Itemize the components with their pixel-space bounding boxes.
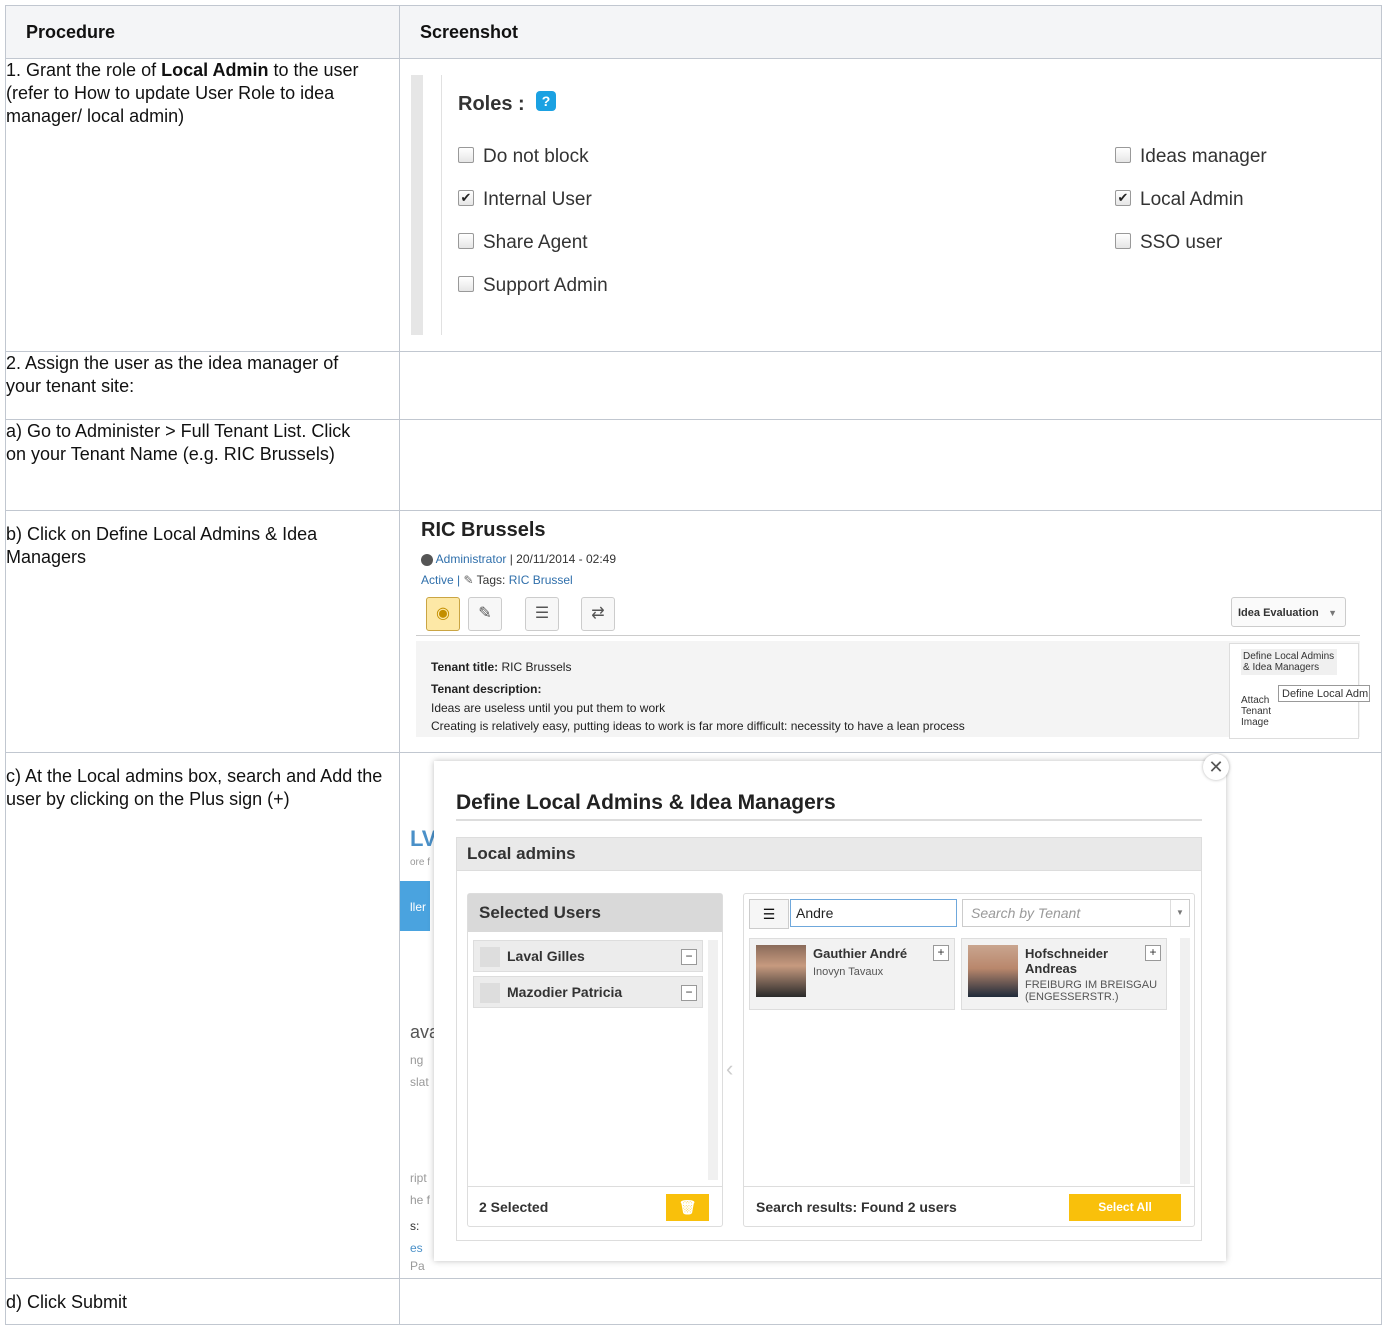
role-share-agent[interactable]: Share Agent (458, 231, 588, 254)
selected-user[interactable]: Mazodier Patricia − (473, 976, 703, 1008)
selected-scrollbar[interactable] (708, 940, 718, 1180)
procedure-table: Procedure Screenshot 1. Grant the role o… (5, 5, 1382, 1325)
roles-panel: Roles : ? Do not block ✔ Internal User Sh… (411, 75, 1379, 401)
author-link[interactable]: Administrator (436, 552, 507, 566)
tag-icon: ✎ (463, 573, 474, 587)
chevron-left-icon[interactable]: ‹ (726, 1057, 733, 1080)
remove-user-button[interactable]: − (681, 985, 697, 1001)
view-eye-icon[interactable]: ◉ (426, 597, 460, 631)
avatar (480, 947, 500, 967)
result-card: Gauthier André Inovyn Tavaux + (749, 938, 955, 1010)
add-user-button[interactable]: + (1145, 945, 1161, 961)
step-5: c) At the Local admins box, search and A… (5, 752, 400, 1279)
results-scrollbar[interactable] (1180, 938, 1190, 1184)
search-input[interactable]: Andre (790, 899, 957, 927)
role-do-not-block[interactable]: Do not block (458, 145, 589, 168)
idea-evaluation-dropdown[interactable]: Idea Evaluation ▼ (1231, 597, 1346, 627)
user-photo (756, 945, 806, 997)
step-4: b) Click on Define Local Admins & Idea M… (5, 510, 400, 753)
modal-screenshot-cell: LV ore f ller ava ng slat ript he f s: e… (399, 752, 1382, 1279)
translate-icon[interactable]: ⇄ (581, 597, 615, 631)
checkbox-checked-icon[interactable]: ✔ (458, 189, 474, 206)
trash-icon[interactable]: 🗑 (666, 1194, 709, 1221)
question-icon[interactable]: ? (536, 91, 556, 111)
roles-screenshot-cell: Roles : ? Do not block ✔ Internal User Sh… (399, 58, 1382, 352)
tenant-search-select[interactable]: Search by Tenant ▼ (962, 899, 1190, 927)
results-footer: Search results: Found 2 users Select All (744, 1186, 1194, 1226)
checkbox-checked-icon[interactable]: ✔ (1115, 189, 1131, 206)
step-3: a) Go to Administer > Full Tenant List. … (5, 419, 400, 511)
tenant-status: Active | ✎ Tags: RIC Brussel (421, 573, 573, 587)
roles-sidebar (411, 75, 423, 335)
search-results-panel: ☰ Andre Search by Tenant ▼ Gauthier André… (743, 893, 1195, 1227)
edit-icon[interactable]: ✎ (468, 597, 502, 631)
tenant-meta: Administrator | 20/11/2014 - 02:49 (421, 548, 616, 571)
roles-title: Roles : (458, 93, 525, 115)
close-icon[interactable]: ✕ (1203, 754, 1229, 780)
selected-footer: 2 Selected 🗑 (468, 1186, 722, 1226)
selected-count: 2 Selected (479, 1199, 549, 1215)
checkbox-unchecked-icon[interactable] (1115, 232, 1131, 249)
avatar (480, 983, 500, 1003)
modal-divider (456, 819, 1202, 821)
role-sso-user[interactable]: SSO user (1115, 231, 1222, 254)
chevron-down-icon: ▼ (1328, 608, 1337, 618)
tooltip: Define Local Adm (1278, 685, 1370, 702)
step-2: 2. Assign the user as the idea manager o… (5, 351, 400, 420)
list-icon[interactable]: ☰ (525, 597, 559, 631)
define-admins-modal: Define Local Admins & Idea Managers Loca… (434, 761, 1226, 1261)
role-local-admin[interactable]: ✔ Local Admin (1115, 188, 1244, 211)
local-admins-body: Selected Users Laval Gilles − Mazodier P… (456, 871, 1202, 1241)
checkbox-unchecked-icon[interactable] (1115, 146, 1131, 163)
select-all-button[interactable]: Select All (1069, 1194, 1181, 1221)
results-count: Search results: Found 2 users (756, 1199, 957, 1215)
tenant-title: RIC Brussels (421, 519, 546, 541)
checkbox-unchecked-icon[interactable] (458, 232, 474, 249)
empty-cell (399, 419, 1382, 511)
checkbox-unchecked-icon[interactable] (458, 275, 474, 292)
role-ideas-manager[interactable]: Ideas manager (1115, 145, 1267, 168)
selected-users-panel: Selected Users Laval Gilles − Mazodier P… (467, 893, 723, 1227)
step-1: 1. Grant the role of Local Admin to the … (5, 58, 400, 352)
role-support-admin[interactable]: Support Admin (458, 274, 608, 297)
role-internal-user[interactable]: ✔ Internal User (458, 188, 592, 211)
roles-divider (441, 75, 442, 335)
step-1-bold: Local Admin (161, 60, 269, 80)
local-admins-header: Local admins (456, 837, 1202, 871)
add-user-button[interactable]: + (933, 945, 949, 961)
chevron-down-icon: ▼ (1170, 900, 1189, 926)
result-card: Hofschneider Andreas FREIBURG IM BREISGA… (961, 938, 1167, 1010)
selected-users-header: Selected Users (468, 894, 722, 932)
screenshot-header: Screenshot (399, 5, 1382, 59)
checkbox-unchecked-icon[interactable] (458, 146, 474, 163)
ric-screenshot-cell: RIC Brussels Administrator | 20/11/2014 … (399, 510, 1382, 753)
user-shield-icon (421, 553, 433, 566)
toolbar-divider (416, 635, 1360, 636)
menu-define-local-admins[interactable]: Define Local Admins & Idea Managers (1241, 649, 1337, 675)
modal-title: Define Local Admins & Idea Managers (456, 791, 836, 814)
user-photo (968, 945, 1018, 997)
selected-user[interactable]: Laval Gilles − (473, 940, 703, 972)
remove-user-button[interactable]: − (681, 949, 697, 965)
procedure-header: Procedure (5, 5, 400, 59)
list-view-icon[interactable]: ☰ (749, 899, 789, 929)
